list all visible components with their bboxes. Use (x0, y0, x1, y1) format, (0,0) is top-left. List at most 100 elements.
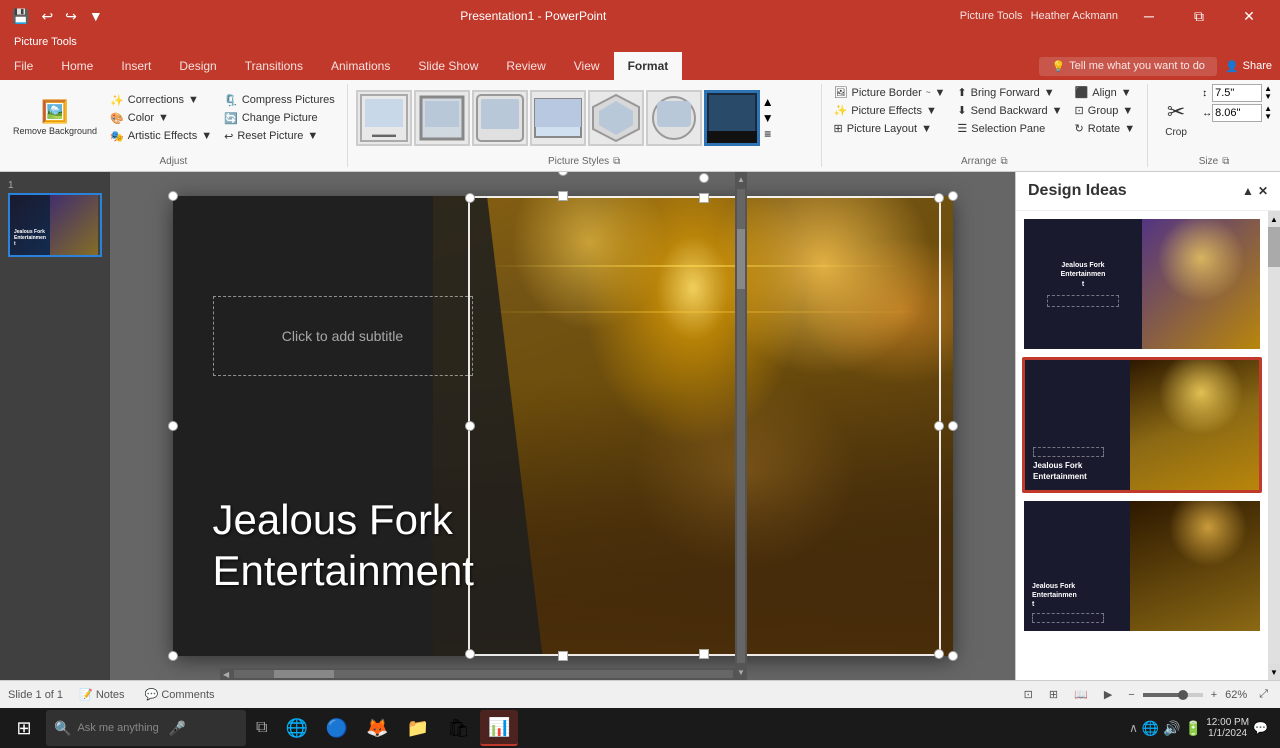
mid-left-handle[interactable] (168, 421, 178, 431)
network-icon[interactable]: 🌐 (1142, 720, 1159, 737)
store-button[interactable]: 🛍 (439, 710, 478, 746)
taskview-button[interactable]: ⧉ (248, 710, 275, 746)
search-bar[interactable]: 🔍 Ask me anything 🎤 (46, 710, 246, 746)
compress-pictures-button[interactable]: 🗜️Compress Pictures (220, 92, 339, 109)
rotate-button[interactable]: ↻Rotate▼ (1071, 120, 1140, 137)
artistic-effects-button[interactable]: 🎭Artistic Effects▼ (106, 128, 216, 145)
share-button[interactable]: 👤 Share (1225, 60, 1272, 73)
volume-icon[interactable]: 🔊 (1163, 720, 1180, 737)
height-down[interactable]: ▼ (1264, 93, 1272, 101)
color-button[interactable]: 🎨Color▼ (106, 110, 216, 127)
bottom-center-handle[interactable] (558, 651, 568, 661)
height-input[interactable] (1212, 84, 1262, 102)
reset-picture-button[interactable]: ↩Reset Picture▼ (220, 128, 339, 145)
reading-view-button[interactable]: 📖 (1070, 686, 1092, 703)
vscroll-thumb[interactable] (737, 229, 745, 289)
tab-slideshow[interactable]: Slide Show (404, 52, 492, 80)
edge-button[interactable]: 🔵 (318, 710, 356, 746)
pic-style-3[interactable] (472, 90, 528, 146)
tell-me-input[interactable]: 💡 Tell me what you want to do (1039, 57, 1216, 76)
vscroll-up[interactable]: ▲ (737, 172, 745, 187)
pic-style-4[interactable] (530, 90, 586, 146)
tray-chevron[interactable]: ∧ (1129, 721, 1138, 735)
customize-icon[interactable]: ▼ (85, 6, 107, 26)
microphone-icon[interactable]: 🎤 (169, 720, 186, 737)
minimize-button[interactable]: ─ (1126, 0, 1172, 32)
tab-view[interactable]: View (560, 52, 614, 80)
battery-icon[interactable]: 🔋 (1185, 720, 1202, 737)
fit-slide-button[interactable]: ⤢ (1255, 686, 1272, 703)
pic-style-7[interactable] (704, 90, 760, 146)
redo-icon[interactable]: ↪ (61, 6, 81, 27)
tab-transitions[interactable]: Transitions (231, 52, 317, 80)
picture-styles-dialog[interactable]: ⧉ (613, 156, 620, 167)
picture-layout-button[interactable]: ⊞Picture Layout▼ (830, 120, 950, 137)
corrections-button[interactable]: ✨Corrections▼ (106, 92, 216, 109)
pic-style-2[interactable] (414, 90, 470, 146)
restore-button[interactable]: ⧉ (1176, 0, 1222, 32)
close-button[interactable]: ✕ (1226, 0, 1272, 32)
zoom-thumb[interactable] (1178, 690, 1188, 700)
panel-scroll-down[interactable]: ▼ (1268, 664, 1280, 680)
align-button[interactable]: ⬛Align▼ (1071, 84, 1140, 101)
picture-border-button[interactable]: 🖼Picture Border~▼ (830, 84, 950, 101)
vscroll-down[interactable]: ▼ (737, 665, 745, 680)
pic-style-5[interactable] (588, 90, 644, 146)
zoom-out-button[interactable]: − (1124, 687, 1138, 703)
folder-button[interactable]: 📁 (399, 710, 437, 746)
save-icon[interactable]: 💾 (8, 6, 33, 27)
tab-file[interactable]: File (0, 52, 47, 80)
selection-pane-button[interactable]: ☰Selection Pane (953, 120, 1066, 137)
gallery-down[interactable]: ▼ (762, 111, 774, 125)
design-panel-collapse[interactable]: ▲ (1242, 184, 1254, 198)
pic-style-1[interactable]: ▬▬▬ (356, 90, 412, 146)
gallery-up[interactable]: ▲ (762, 95, 774, 109)
powerpoint-taskbar[interactable]: 📊 (480, 710, 518, 746)
zoom-in-button[interactable]: + (1207, 687, 1221, 703)
notes-button[interactable]: 📝 Notes (75, 686, 129, 703)
undo-icon[interactable]: ↩ (37, 6, 57, 27)
size-dialog[interactable]: ⧉ (1222, 156, 1229, 167)
design-card-3[interactable]: Jealous ForkEntertainment (1022, 499, 1262, 633)
ie-button[interactable]: 🌐 (277, 710, 315, 746)
slide-sorter-button[interactable]: ⊞ (1045, 686, 1062, 703)
hscroll-thumb[interactable] (274, 670, 334, 678)
hscroll-left[interactable]: ◀ (220, 670, 232, 679)
design-card-1[interactable]: Jealous ForkEntertainment (1022, 217, 1262, 351)
rotation-handle[interactable] (699, 173, 709, 183)
design-panel-close[interactable]: ✕ (1258, 184, 1268, 198)
tab-animations[interactable]: Animations (317, 52, 404, 80)
design-card-2[interactable]: Jealous ForkEntertainment (1022, 357, 1262, 493)
top-right-handle[interactable] (948, 191, 958, 201)
normal-view-button[interactable]: ⊡ (1020, 686, 1037, 703)
width-down[interactable]: ▼ (1264, 113, 1272, 121)
tab-design[interactable]: Design (165, 52, 230, 80)
notification-button[interactable]: 💬 (1253, 721, 1268, 735)
gallery-more[interactable]: ≡ (764, 127, 771, 141)
send-backward-button[interactable]: ⬇Send Backward▼ (953, 102, 1066, 119)
width-input[interactable] (1212, 104, 1262, 122)
firefox-button[interactable]: 🦊 (358, 710, 396, 746)
start-button[interactable]: ⊞ (4, 710, 44, 746)
pic-style-6[interactable] (646, 90, 702, 146)
mid-right-handle[interactable] (948, 421, 958, 431)
top-center-handle[interactable] (558, 191, 568, 201)
rotation-top-handle[interactable] (558, 172, 568, 176)
bottom-left-handle[interactable] (168, 651, 178, 661)
group-button[interactable]: ⊡Group▼ (1071, 102, 1140, 119)
slide-title[interactable]: Jealous Fork Entertainment (213, 495, 523, 596)
tab-home[interactable]: Home (47, 52, 107, 80)
zoom-slider[interactable] (1143, 693, 1203, 697)
tab-review[interactable]: Review (492, 52, 559, 80)
top-left-handle[interactable] (168, 191, 178, 201)
comments-button[interactable]: 💬 Comments (141, 686, 219, 703)
slide-thumbnail[interactable]: Jealous ForkEntertainment (8, 193, 102, 257)
arrange-dialog[interactable]: ⧉ (1001, 156, 1008, 167)
panel-scroll-up[interactable]: ▲ (1268, 211, 1280, 227)
crop-button[interactable]: ✂ Crop (1156, 84, 1196, 152)
remove-background-button[interactable]: 🖼️ Remove Background (8, 84, 102, 152)
clock[interactable]: 12:00 PM 1/1/2024 (1206, 717, 1249, 739)
bottom-right-handle[interactable] (948, 651, 958, 661)
subtitle-box[interactable]: Click to add subtitle (213, 296, 473, 376)
tab-format[interactable]: Format (614, 52, 683, 80)
